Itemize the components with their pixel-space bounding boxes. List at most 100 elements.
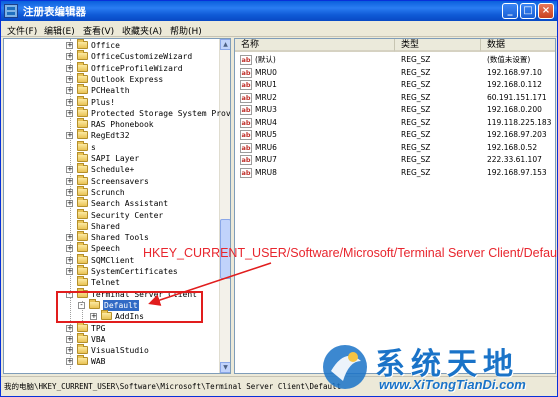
expand-icon[interactable]: + (66, 87, 73, 95)
tree-item[interactable]: + Plus! (4, 95, 219, 108)
tree-item[interactable]: + Protected Storage System Provi (4, 106, 230, 119)
tree-item-label[interactable]: OfficeProfileWizard (91, 63, 183, 74)
close-button[interactable]: × (538, 3, 554, 19)
tree-item-label[interactable]: Telnet (91, 277, 120, 288)
column-header-name[interactable]: 名称 (235, 39, 395, 52)
tree-item-label[interactable]: Screensavers (91, 176, 149, 187)
minimize-button[interactable]: _ (502, 3, 518, 19)
tree-item[interactable]: + Search Assistant (4, 197, 219, 209)
tree-item[interactable]: Shared (4, 219, 219, 232)
expand-icon[interactable]: + (66, 256, 73, 264)
maximize-button[interactable]: □ (520, 3, 536, 19)
tree-item[interactable]: + VisualStudio (4, 344, 219, 356)
tree-item[interactable]: + Schedule+ (4, 163, 219, 175)
tree-item-label[interactable]: Search Assistant (91, 198, 168, 209)
menu-favorites[interactable]: 收藏夹(A) (122, 24, 162, 37)
expand-icon[interactable]: + (66, 64, 73, 72)
tree-item-label[interactable]: Outlook Express (91, 74, 163, 85)
scroll-down-arrow-icon[interactable]: ▼ (220, 362, 230, 373)
value-row[interactable]: ab MRU3 REG_SZ 192.168.0.200 (235, 104, 555, 116)
tree-item[interactable]: + Scrunch (4, 185, 219, 198)
value-row[interactable]: ab MRU0 REG_SZ 192.168.97.10 (235, 67, 555, 79)
tree-item[interactable]: + VBA (4, 332, 219, 345)
tree-item[interactable]: Telnet (4, 276, 219, 288)
expand-icon[interactable]: + (66, 268, 73, 275)
tree-item-label[interactable]: SystemCertificates (91, 266, 178, 277)
expand-icon[interactable]: + (66, 188, 73, 196)
value-row[interactable]: ab MRU2 REG_SZ 60.191.151.171 (235, 92, 555, 104)
menu-edit[interactable]: 编辑(E) (44, 24, 75, 37)
tree-item-label[interactable]: Shared (91, 221, 120, 232)
expand-icon[interactable]: + (66, 132, 73, 140)
folder-icon (77, 174, 88, 185)
folder-icon (77, 129, 88, 140)
expand-icon[interactable]: + (66, 234, 73, 242)
tree-item-label[interactable]: VisualStudio (91, 345, 149, 356)
registry-key-tree[interactable]: ▲ ▼ + Office + OfficeCustomizeWizard + Office… (3, 38, 231, 374)
tree-item-label[interactable]: TPG (91, 323, 105, 334)
tree-item[interactable]: + OfficeProfileWizard (4, 61, 219, 74)
expand-icon[interactable]: + (66, 166, 73, 174)
tree-item[interactable]: + RegEdt32 (4, 129, 219, 141)
expand-icon[interactable]: + (66, 358, 73, 366)
tree-item-label[interactable]: Security Center (91, 210, 163, 221)
menu-view[interactable]: 查看(V) (83, 24, 114, 37)
menu-help[interactable]: 帮助(H) (170, 24, 202, 37)
scroll-up-arrow-icon[interactable]: ▲ (220, 39, 230, 50)
registry-value-list[interactable]: 名称 类型 数据 ab (默认) REG_SZ (数值未设置) ab MRU0 REG_SZ… (234, 38, 556, 374)
menu-file[interactable]: 文件(F) (7, 24, 37, 37)
expand-icon[interactable]: + (66, 53, 73, 61)
tree-item[interactable]: + OfficeCustomizeWizard (4, 50, 219, 62)
expand-icon[interactable]: + (66, 245, 73, 253)
tree-item-label[interactable]: RAS Phonebook (91, 119, 154, 130)
expand-icon[interactable]: + (66, 109, 73, 117)
tree-item-label[interactable]: SQMClient (91, 255, 134, 266)
value-name: MRU7 (255, 155, 277, 164)
tree-item-label[interactable]: WAB (91, 356, 105, 367)
tree-item[interactable]: + Outlook Express (4, 72, 219, 85)
value-row[interactable]: ab MRU6 REG_SZ 192.168.0.52 (235, 142, 555, 154)
expand-icon[interactable]: + (66, 324, 73, 332)
tree-item[interactable]: + Office (4, 39, 219, 51)
value-row[interactable]: ab MRU1 REG_SZ 192.168.0.112 (235, 79, 555, 91)
title-bar[interactable]: 注册表编辑器 _ □ × (1, 1, 557, 21)
expand-icon[interactable]: + (66, 335, 73, 343)
value-row[interactable]: ab MRU7 REG_SZ 222.33.61.107 (235, 154, 555, 166)
column-header-data[interactable]: 数据 (481, 39, 555, 52)
tree-item[interactable]: s (4, 140, 219, 153)
tree-item[interactable]: + WAB (4, 355, 219, 367)
expand-icon[interactable]: + (66, 42, 73, 49)
tree-item-label[interactable]: PCHealth (91, 85, 130, 96)
tree-item[interactable]: + TPG (4, 321, 219, 334)
tree-item-label[interactable]: Scrunch (91, 187, 125, 198)
tree-item-label[interactable]: SAPI Layer (91, 153, 139, 164)
value-row[interactable]: ab MRU4 REG_SZ 119.118.225.183 (235, 117, 555, 129)
tree-item[interactable]: + PCHealth (4, 84, 219, 96)
expand-icon[interactable]: + (66, 98, 73, 106)
tree-item-label[interactable]: Protected Storage System Provi (91, 108, 230, 119)
tree-item-label[interactable]: RegEdt32 (91, 130, 130, 141)
expand-icon[interactable]: + (66, 200, 73, 208)
tree-item-label[interactable]: OfficeCustomizeWizard (91, 51, 192, 62)
tree-item-label[interactable]: Plus! (91, 97, 115, 108)
tree-item[interactable]: RAS Phonebook (4, 118, 219, 130)
expand-icon[interactable]: + (66, 177, 73, 185)
tree-item[interactable]: Security Center (4, 208, 219, 221)
value-row[interactable]: ab MRU8 REG_SZ 192.168.97.153 (235, 167, 555, 179)
expand-icon[interactable]: + (66, 347, 73, 355)
tree-item-label[interactable]: Office (91, 40, 120, 51)
tree-item-label[interactable]: Speech (91, 243, 120, 254)
value-row[interactable]: ab MRU5 REG_SZ 192.168.97.203 (235, 129, 555, 141)
expand-icon[interactable]: + (66, 75, 73, 83)
tree-item-label[interactable]: Schedule+ (91, 164, 134, 175)
tree-item[interactable]: + SystemCertificates (4, 265, 219, 277)
tree-item-label[interactable]: s (91, 142, 96, 153)
tree-item[interactable]: SAPI Layer (4, 152, 219, 164)
tree-item[interactable]: + Screensavers (4, 174, 219, 187)
tree-item-label[interactable]: VBA (91, 334, 105, 345)
tree-item-label[interactable]: Shared Tools (91, 232, 149, 243)
tree-item[interactable]: + Shared Tools (4, 231, 219, 243)
column-header-type[interactable]: 类型 (395, 39, 481, 52)
tree-vertical-scrollbar[interactable]: ▲ ▼ (219, 39, 230, 373)
value-row[interactable]: ab (默认) REG_SZ (数值未设置) (235, 54, 555, 66)
